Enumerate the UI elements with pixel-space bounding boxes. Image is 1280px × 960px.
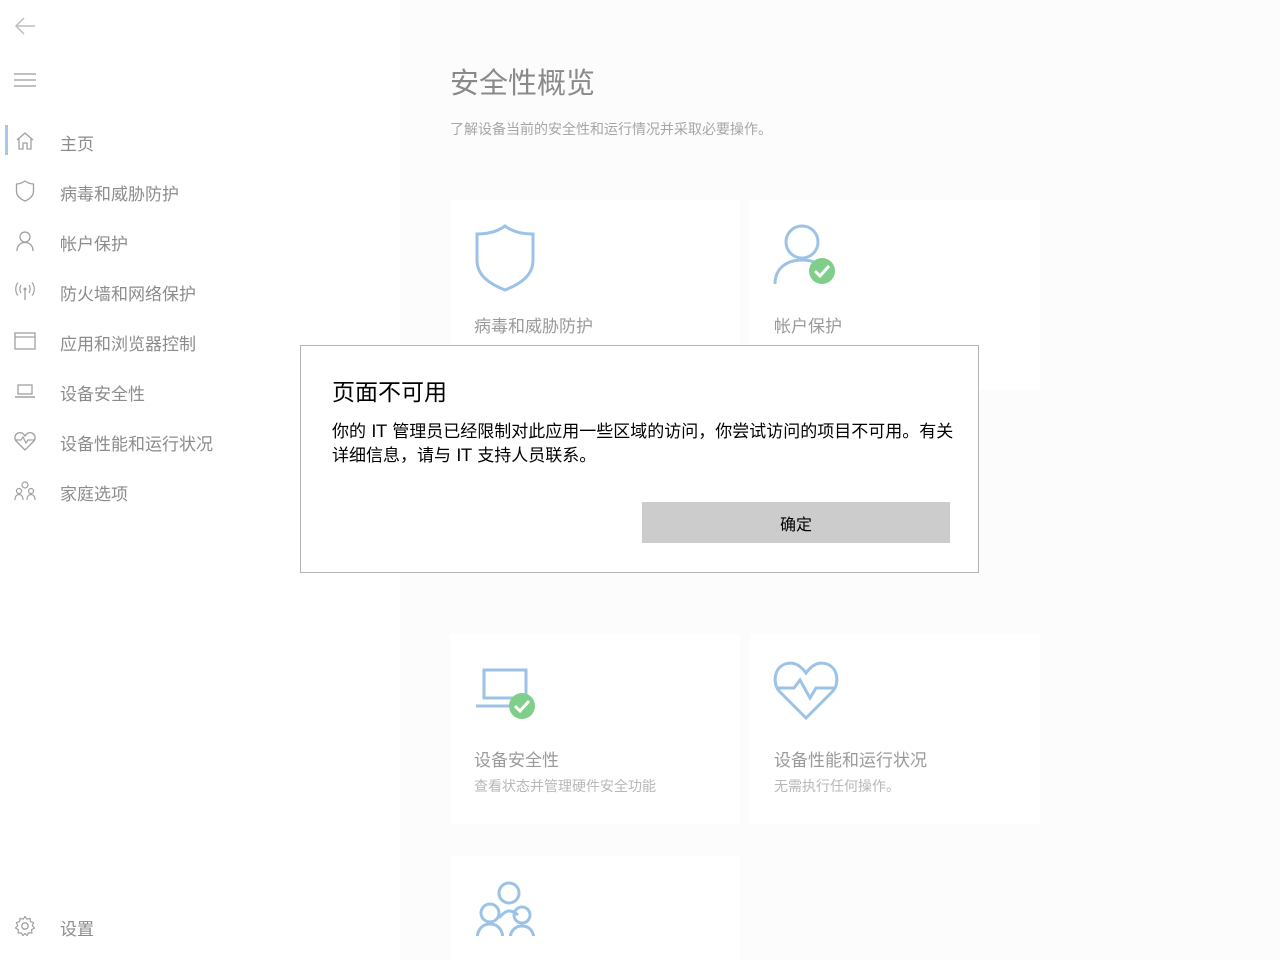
menu-button[interactable] bbox=[11, 66, 39, 94]
back-arrow-icon bbox=[14, 17, 35, 35]
antenna-icon bbox=[14, 280, 36, 302]
account-check-icon bbox=[772, 222, 842, 292]
dialog-message: 你的 IT 管理员已经限制对此应用一些区域的访问，你尝试访问的项目不可用。有关详… bbox=[332, 422, 954, 466]
sidebar-item-label: 应用和浏览器控制 bbox=[60, 335, 196, 355]
sidebar-item-virus-protection[interactable]: 病毒和威胁防护 bbox=[0, 171, 400, 211]
sidebar-item-account-protection[interactable]: 帐户保护 bbox=[0, 221, 400, 261]
sidebar-item-firewall[interactable]: 防火墙和网络保护 bbox=[0, 271, 400, 311]
sidebar-item-label: 主页 bbox=[60, 135, 94, 155]
heart-pulse-icon bbox=[772, 656, 842, 726]
laptop-check-icon bbox=[472, 656, 542, 726]
tile-description: 查看状态并管理硬件安全功能 bbox=[474, 779, 656, 795]
tile-device-security[interactable]: 设备安全性 查看状态并管理硬件安全功能 bbox=[450, 634, 740, 824]
heart-pulse-icon bbox=[14, 430, 36, 452]
sidebar-item-label: 设备性能和运行状况 bbox=[60, 435, 213, 455]
shield-icon bbox=[14, 180, 36, 202]
settings-label: 设置 bbox=[60, 920, 94, 940]
sidebar-item-settings[interactable]: 设置 bbox=[0, 906, 400, 946]
sidebar-item-label: 病毒和威胁防护 bbox=[60, 185, 179, 205]
dialog-title: 页面不可用 bbox=[332, 380, 447, 406]
tile-family-options[interactable] bbox=[450, 856, 740, 960]
shield-icon bbox=[472, 222, 542, 292]
person-icon bbox=[14, 230, 36, 252]
sidebar-item-label: 设备安全性 bbox=[60, 385, 145, 405]
sidebar-item-label: 防火墙和网络保护 bbox=[60, 285, 196, 305]
ok-button[interactable]: 确定 bbox=[642, 502, 950, 543]
page-subtitle: 了解设备当前的安全性和运行情况并采取必要操作。 bbox=[450, 122, 772, 138]
tile-title: 设备安全性 bbox=[474, 751, 559, 771]
browser-window-icon bbox=[14, 330, 36, 352]
sidebar-item-home[interactable]: 主页 bbox=[0, 121, 400, 161]
back-button[interactable] bbox=[11, 12, 39, 40]
sidebar-item-label: 帐户保护 bbox=[60, 235, 128, 255]
hamburger-icon bbox=[14, 73, 36, 87]
page-title: 安全性概览 bbox=[450, 66, 596, 100]
tile-title: 设备性能和运行状况 bbox=[774, 751, 927, 771]
tile-title: 帐户保护 bbox=[774, 317, 842, 337]
sidebar-item-label: 家庭选项 bbox=[60, 485, 128, 505]
laptop-icon bbox=[14, 380, 36, 402]
tile-description: 无需执行任何操作。 bbox=[774, 779, 900, 795]
family-icon bbox=[14, 480, 36, 502]
page-unavailable-dialog: 页面不可用 你的 IT 管理员已经限制对此应用一些区域的访问，你尝试访问的项目不… bbox=[300, 345, 979, 573]
family-icon bbox=[472, 878, 542, 936]
tile-device-health[interactable]: 设备性能和运行状况 无需执行任何操作。 bbox=[750, 634, 1040, 824]
tile-title: 病毒和威胁防护 bbox=[474, 317, 593, 337]
gear-icon bbox=[14, 915, 36, 937]
windows-security-app: 主页 病毒和威胁防护 帐户保护 防火墙和网络保护 应用和浏览器控制 设备安全性 … bbox=[0, 0, 1280, 960]
home-icon bbox=[14, 130, 36, 152]
